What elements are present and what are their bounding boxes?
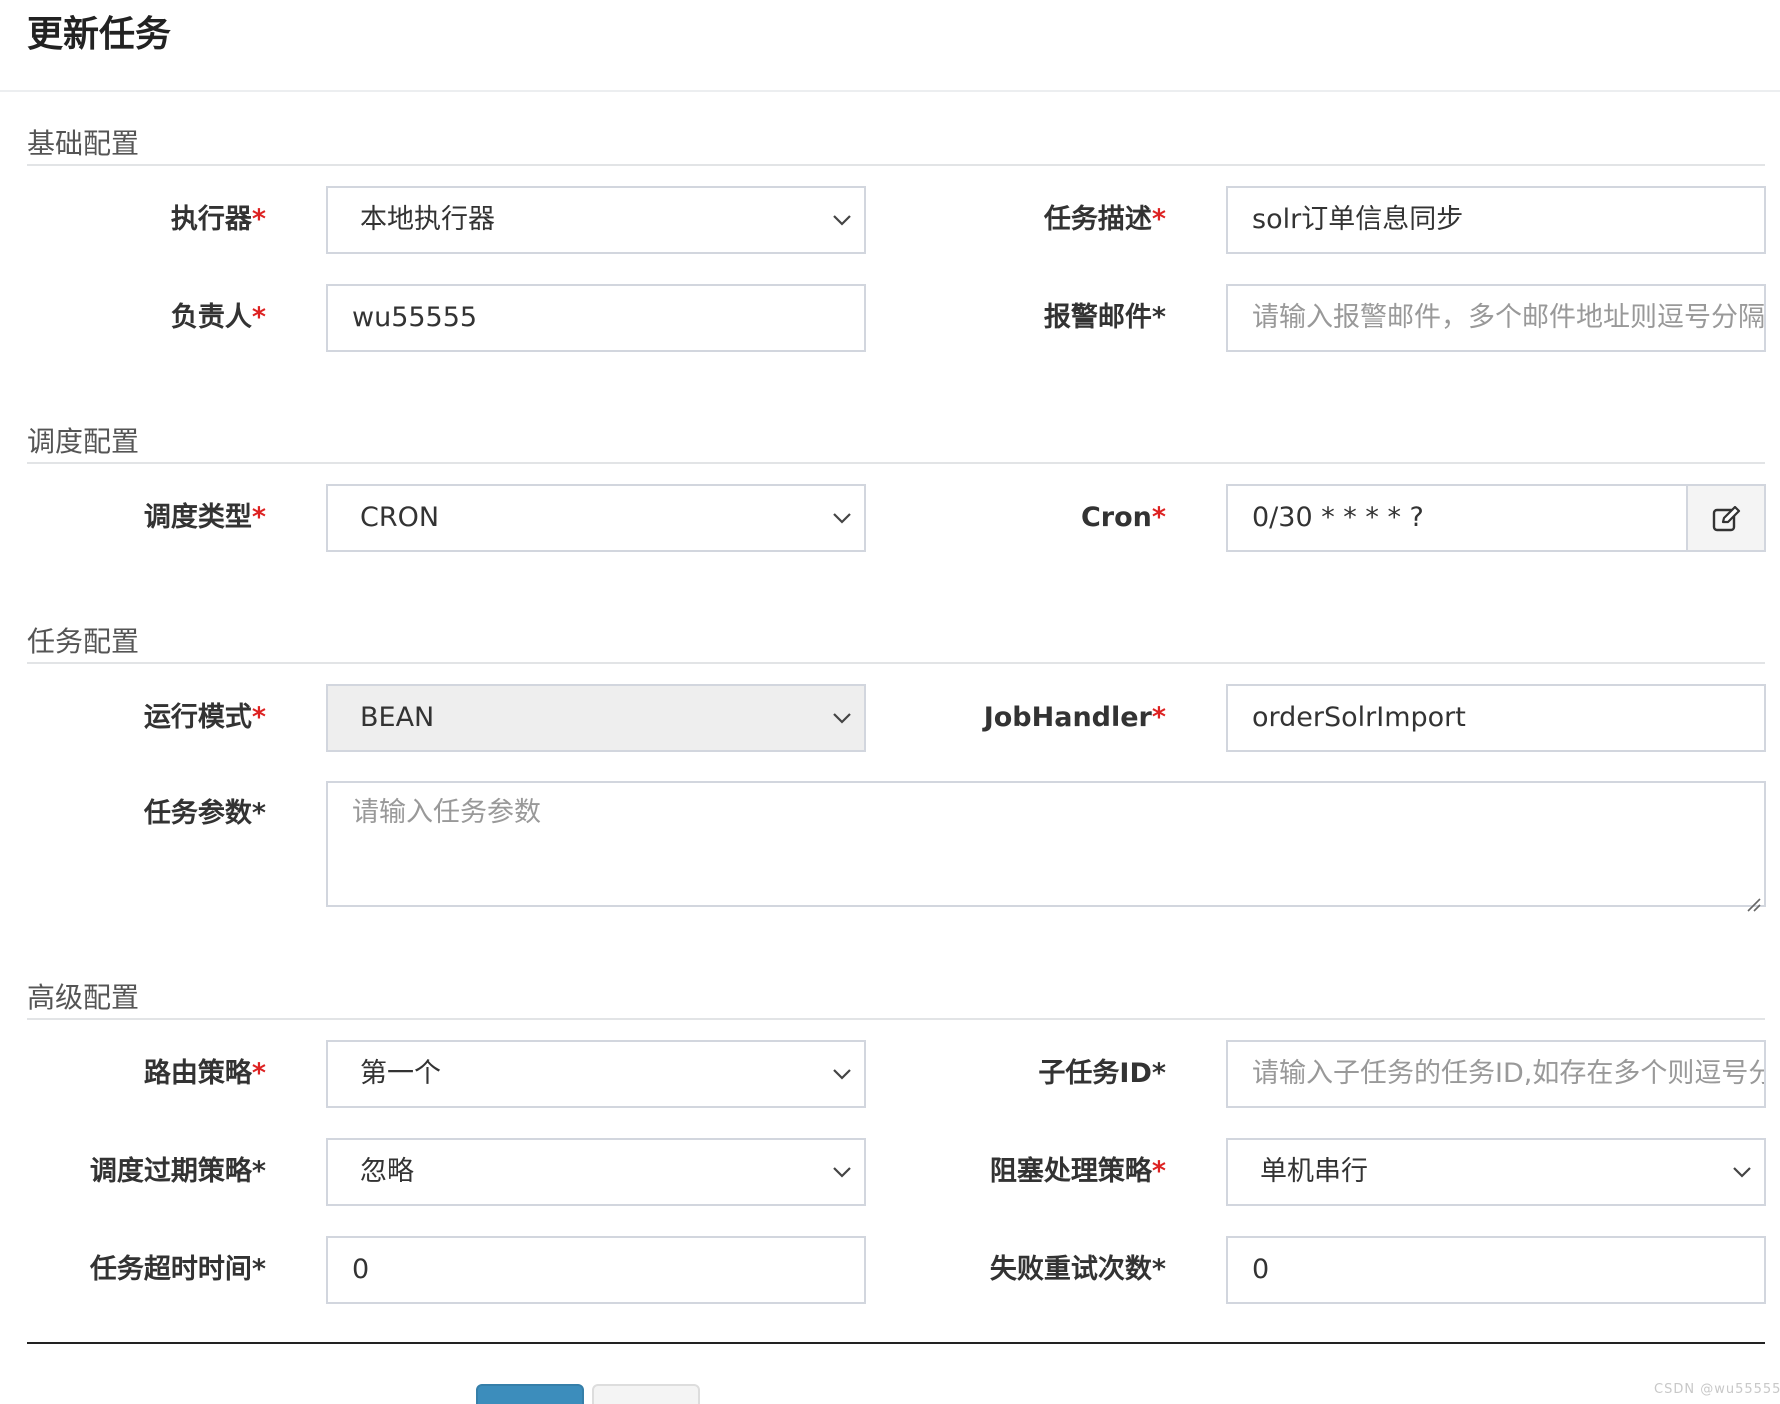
cron-label: Cron*: [1080, 502, 1166, 533]
block-strategy-label: 阻塞处理策略*: [989, 1156, 1166, 1187]
child-job-id-label: 子任务ID*: [1038, 1058, 1166, 1089]
glue-type-select[interactable]: BEAN: [326, 684, 866, 752]
glue-type-value: BEAN: [360, 702, 435, 733]
footer-divider: [27, 1342, 1765, 1344]
section-divider: [27, 662, 1765, 664]
alarm-email-label: 报警邮件*: [1043, 302, 1166, 333]
chevron-down-icon: [1730, 1162, 1754, 1182]
fail-retry-label: 失败重试次数*: [989, 1254, 1166, 1285]
author-input[interactable]: wu55555: [326, 284, 866, 352]
cron-input[interactable]: 0/30 * * * * ?: [1226, 484, 1688, 552]
glue-type-label: 运行模式*: [143, 702, 266, 733]
section-divider: [27, 1018, 1765, 1020]
chevron-down-icon: [830, 508, 854, 528]
route-strategy-select[interactable]: 第一个: [326, 1040, 866, 1108]
edit-icon: [1712, 506, 1741, 532]
job-param-placeholder: 请输入任务参数: [352, 797, 541, 828]
job-handler-label: JobHandler*: [983, 702, 1166, 733]
author-label: 负责人*: [170, 302, 266, 333]
misfire-strategy-select[interactable]: 忽略: [326, 1138, 866, 1206]
cancel-button[interactable]: [592, 1384, 700, 1404]
executor-label: 执行器*: [170, 204, 266, 235]
modal-header: 更新任务: [0, 0, 1780, 92]
section-title-task: 任务配置: [27, 625, 140, 658]
job-desc-input[interactable]: solr订单信息同步: [1226, 186, 1766, 254]
alarm-email-input[interactable]: 请输入报警邮件，多个邮件地址则逗号分隔: [1226, 284, 1766, 352]
section-title-advanced: 高级配置: [27, 981, 140, 1014]
section-divider: [27, 462, 1765, 464]
route-strategy-label: 路由策略*: [143, 1058, 266, 1089]
block-strategy-select[interactable]: 单机串行: [1226, 1138, 1766, 1206]
job-param-textarea[interactable]: 请输入任务参数: [326, 781, 1766, 912]
schedule-type-select[interactable]: CRON: [326, 484, 866, 552]
section-divider: [27, 164, 1765, 166]
misfire-strategy-label: 调度过期策略*: [89, 1156, 266, 1187]
fail-retry-input[interactable]: 0: [1226, 1236, 1766, 1304]
block-strategy-value: 单机串行: [1260, 1156, 1368, 1187]
executor-select-value: 本地执行器: [360, 204, 495, 235]
timeout-input[interactable]: 0: [326, 1236, 866, 1304]
save-button[interactable]: [476, 1384, 584, 1404]
section-title-schedule: 调度配置: [27, 425, 140, 458]
job-handler-input[interactable]: orderSolrImport: [1226, 684, 1766, 752]
chevron-down-icon: [830, 210, 854, 230]
misfire-strategy-value: 忽略: [360, 1156, 414, 1187]
timeout-label: 任务超时时间*: [89, 1254, 266, 1285]
section-title-basic: 基础配置: [27, 127, 140, 160]
job-param-label: 任务参数*: [143, 798, 266, 829]
job-desc-label: 任务描述*: [1043, 204, 1166, 235]
executor-select[interactable]: 本地执行器: [326, 186, 866, 254]
schedule-type-label: 调度类型*: [143, 502, 266, 533]
chevron-down-icon: [830, 708, 854, 728]
chevron-down-icon: [830, 1162, 854, 1182]
chevron-down-icon: [830, 1064, 854, 1084]
child-job-id-input[interactable]: 请输入子任务的任务ID,如存在多个则逗号分隔: [1226, 1040, 1766, 1108]
route-strategy-value: 第一个: [360, 1058, 441, 1089]
cron-edit-button[interactable]: [1688, 484, 1766, 552]
modal-title: 更新任务: [27, 14, 172, 55]
schedule-type-value: CRON: [360, 502, 440, 533]
resize-handle-icon[interactable]: [1745, 886, 1761, 912]
watermark: CSDN @wu55555: [1654, 1382, 1780, 1397]
